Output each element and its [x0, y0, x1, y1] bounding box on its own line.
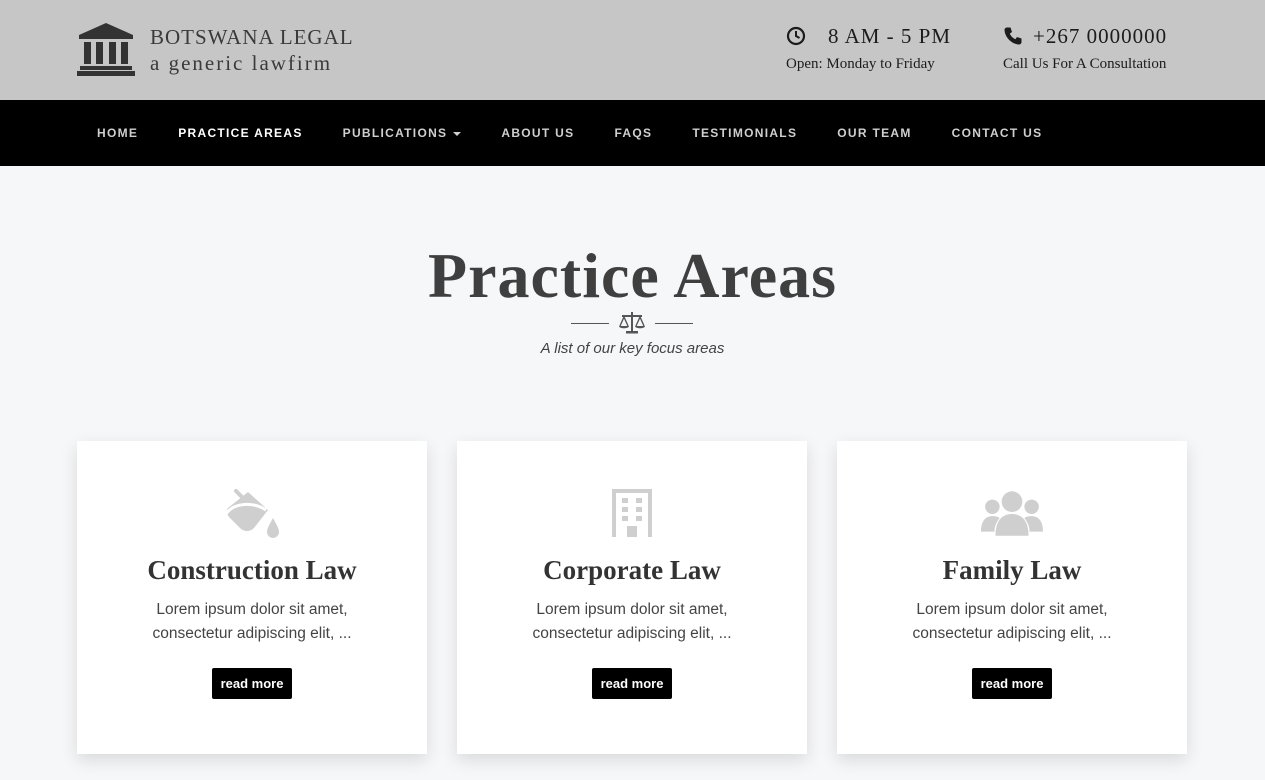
practice-card-family: Family Law Lorem ipsum dolor sit amet, c… — [837, 441, 1187, 754]
nav-item-about-us[interactable]: ABOUT US — [481, 100, 594, 166]
card-description: Lorem ipsum dolor sit amet, consectetur … — [912, 601, 1112, 642]
section-subtitle: A list of our key focus areas — [540, 340, 725, 357]
phone-caption: Call Us For A Consultation — [1003, 56, 1167, 72]
card-title: Family Law — [942, 555, 1082, 585]
read-more-button[interactable]: read more — [212, 668, 292, 699]
balance-scale-icon — [619, 312, 645, 334]
nav-item-practice-areas[interactable]: PRACTICE AREAS — [158, 100, 322, 166]
caret-down-icon — [453, 131, 462, 136]
hours-days: Open: Monday to Friday — [786, 56, 935, 72]
brand-tagline: a generic lawfirm — [150, 50, 333, 75]
nav-label: OUR TEAM — [837, 126, 912, 140]
paint-bucket-icon — [224, 489, 279, 538]
nav-item-publications[interactable]: PUBLICATIONS — [323, 100, 482, 166]
card-description: Lorem ipsum dolor sit amet, consectetur … — [152, 601, 352, 642]
hours-text: 8 AM - 5 PM — [828, 23, 952, 48]
section-title: Practice Areas — [427, 240, 838, 311]
practice-card-construction: Construction Law Lorem ipsum dolor sit a… — [77, 441, 427, 754]
nav-label: CONTACT US — [951, 126, 1043, 140]
nav-item-testimonials[interactable]: TESTIMONIALS — [672, 100, 817, 166]
nav-item-contact-us[interactable]: CONTACT US — [932, 100, 1063, 166]
nav-label: PRACTICE AREAS — [178, 126, 303, 140]
nav-item-faqs[interactable]: FAQS — [594, 100, 672, 166]
clock-icon — [786, 26, 806, 46]
practice-card-corporate: Corporate Law Lorem ipsum dolor sit amet… — [457, 441, 807, 754]
nav-label: HOME — [97, 126, 139, 140]
courthouse-icon — [77, 23, 135, 76]
phone-number: +267 0000000 — [1033, 23, 1168, 48]
top-header: BOTSWANA LEGAL a generic lawfirm 8 AM - … — [0, 0, 1265, 100]
nav-item-home[interactable]: HOME — [77, 100, 158, 166]
opening-hours: 8 AM - 5 PM Open: Monday to Friday — [786, 24, 951, 73]
main-nav: HOME PRACTICE AREAS PUBLICATIONS ABOUT U… — [0, 100, 1265, 166]
nav-label: TESTIMONIALS — [692, 126, 798, 140]
phone-contact[interactable]: +267 0000000 Call Us For A Consultation — [1003, 24, 1167, 73]
read-more-button[interactable]: read more — [592, 668, 672, 699]
nav-item-our-team[interactable]: OUR TEAM — [817, 100, 931, 166]
card-title: Corporate Law — [543, 555, 721, 585]
nav-label: ABOUT US — [501, 126, 575, 140]
card-description: Lorem ipsum dolor sit amet, consectetur … — [532, 601, 732, 642]
building-icon — [612, 489, 652, 537]
brand-logo[interactable]: BOTSWANA LEGAL a generic lawfirm — [77, 22, 354, 76]
brand-name: BOTSWANA LEGAL — [150, 24, 354, 49]
title-divider — [571, 310, 693, 336]
divider-line — [571, 322, 609, 324]
card-title: Construction Law — [147, 555, 357, 585]
users-icon — [981, 491, 1043, 536]
nav-label: PUBLICATIONS — [342, 126, 448, 140]
nav-label: FAQS — [614, 126, 653, 140]
read-more-button[interactable]: read more — [972, 668, 1052, 699]
phone-icon — [1004, 27, 1022, 45]
divider-line — [655, 322, 693, 324]
